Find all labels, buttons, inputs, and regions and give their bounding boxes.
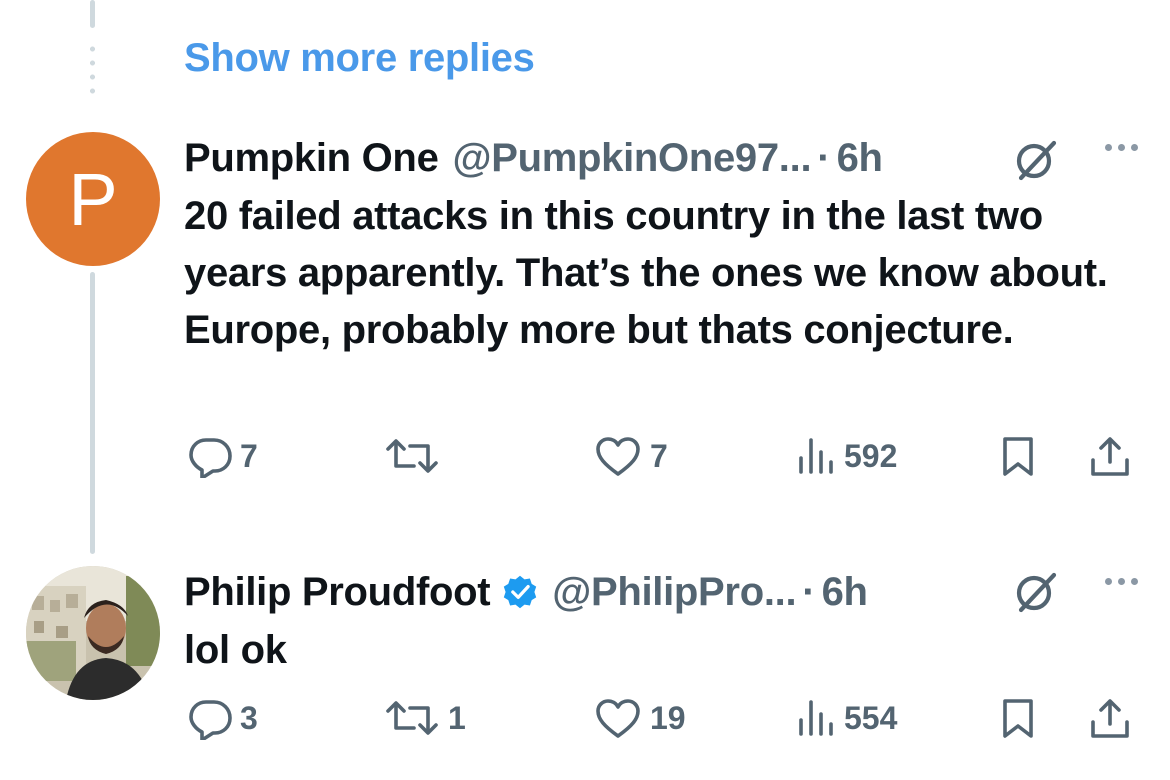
author-name[interactable]: Philip Proudfoot [184,570,491,615]
grok-icon[interactable] [1012,136,1060,184]
views-button[interactable]: 554 [796,696,897,740]
thread-line-top [90,0,95,28]
repost-button[interactable]: 1 [384,696,466,740]
reply-count: 3 [240,699,258,736]
like-icon [594,434,642,478]
post-text: 20 failed attacks in this country in the… [184,194,1108,352]
views-button[interactable]: 592 [796,434,897,478]
like-icon [594,696,642,740]
reply-button[interactable]: 7 [188,434,258,478]
thread-dots [89,42,96,100]
avatar[interactable]: P [26,132,160,266]
like-count: 7 [650,437,668,474]
more-icon[interactable] [1105,578,1138,585]
views-count: 592 [844,437,898,474]
avatar-photo [26,566,160,700]
views-icon [796,434,836,478]
avatar-letter: P [68,158,118,241]
verified-badge-icon [502,574,538,610]
bookmark-icon[interactable] [998,696,1038,740]
post-header: Pumpkin One @PumpkinOne97... · 6h [184,130,1130,186]
like-button[interactable]: 7 [594,434,668,478]
author-name[interactable]: Pumpkin One [184,136,439,181]
repost-icon [384,434,440,478]
author-handle[interactable]: @PumpkinOne97... [453,136,812,181]
more-icon[interactable] [1105,144,1138,151]
grok-icon[interactable] [1012,568,1060,616]
separator: · [802,569,816,614]
post-time[interactable]: 6h [822,570,868,615]
like-button[interactable]: 19 [594,696,686,740]
repost-count: 1 [448,699,466,736]
post[interactable]: P Pumpkin One @PumpkinOne97... · 6h 20 f… [0,126,1170,546]
reply-button[interactable]: 3 [188,696,258,740]
action-bar: 7 7 592 [0,434,1170,494]
reply-icon [188,434,232,478]
post-text: lol ok [184,628,287,672]
views-icon [796,696,836,740]
author-handle[interactable]: @PhilipPro... [552,570,796,615]
post[interactable]: Philip Proudfoot @PhilipPro... · 6h lol … [0,560,1170,780]
bookmark-icon[interactable] [998,434,1038,478]
repost-icon [384,696,440,740]
views-count: 554 [844,699,898,736]
show-more-replies-link[interactable]: Show more replies [184,36,535,81]
share-icon[interactable] [1088,434,1132,478]
avatar[interactable] [26,566,160,700]
like-count: 19 [650,699,686,736]
reply-count: 7 [240,437,258,474]
repost-button[interactable] [384,434,448,478]
post-header: Philip Proudfoot @PhilipPro... · 6h [184,564,1130,620]
reply-icon [188,696,232,740]
share-icon[interactable] [1088,696,1132,740]
action-bar: 3 1 19 554 [0,696,1170,756]
separator: · [817,135,831,180]
post-time[interactable]: 6h [837,136,883,181]
